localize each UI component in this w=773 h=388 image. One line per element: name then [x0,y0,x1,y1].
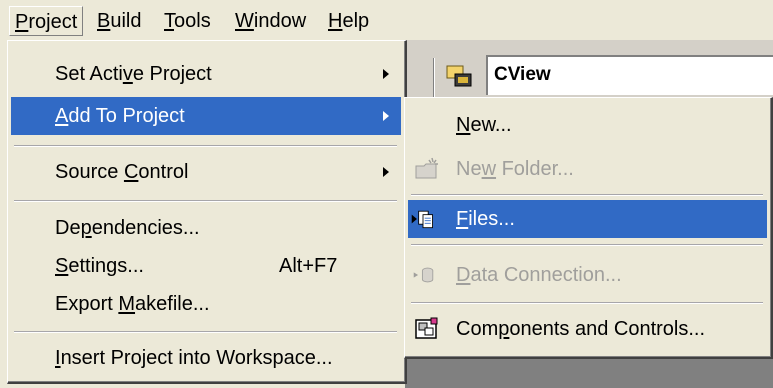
project-config-icon [446,65,472,87]
submenu-arrow-icon [383,111,389,121]
menu-item-add-to-project[interactable]: Add To Project [11,97,401,135]
menu-help[interactable]: Help [323,6,374,36]
menu-separator [411,244,763,246]
menu-item-label: Data Connection... [456,264,622,286]
menu-item-label: New Folder... [456,158,574,180]
add-to-project-submenu: New... New Folder... Files... Data Conne… [404,97,773,359]
menu-item-label: Insert Project into Workspace... [55,347,333,369]
menu-tools-label: ools [174,10,211,32]
project-menu: Set Active Project Add To Project Source… [7,40,407,384]
menu-item-components-and-controls[interactable]: Components and Controls... [408,310,767,348]
submenu-arrow-icon [383,69,389,79]
menu-item-dependencies[interactable]: Dependencies... [11,209,401,247]
menu-build-label: uild [110,10,142,32]
menu-separator [411,194,763,196]
menu-item-label: Dependencies... [55,217,200,239]
menu-separator [14,331,397,333]
menu-item-label: Set Active Project [55,63,212,85]
menu-item-new-folder: New Folder... [408,150,767,188]
menu-item-label: Files... [456,208,515,230]
menu-window[interactable]: Window [230,6,311,36]
menu-separator [14,200,397,202]
menu-item-settings[interactable]: Settings... Alt+F7 [11,247,401,285]
menu-item-set-active-project[interactable]: Set Active Project [11,55,401,93]
data-connection-icon [413,267,434,283]
menu-item-label: Components and Controls... [456,318,706,340]
components-icon [415,317,438,339]
menu-item-label: Source Control [55,161,189,183]
menu-item-label: Add To Project [55,105,185,127]
menu-item-new[interactable]: New... [408,106,767,144]
toolbar-separator [433,58,435,102]
active-config-combo[interactable]: CView [486,55,773,95]
menu-bar: Project Build Tools Window Help [0,0,773,40]
menu-item-files[interactable]: Files... [408,200,767,238]
menu-item-data-connection: Data Connection... [408,256,767,294]
menu-item-insert-project[interactable]: Insert Project into Workspace... [11,339,401,377]
menu-tools[interactable]: Tools [159,6,216,36]
menu-help-label: elp [342,10,370,32]
shortcut-label: Alt+F7 [279,255,338,277]
menu-separator [411,302,763,304]
submenu-arrow-icon [383,167,389,177]
menu-window-label: indow [253,10,307,32]
menu-item-source-control[interactable]: Source Control [11,153,401,191]
menu-build[interactable]: Build [92,6,146,36]
menu-project-label: roject [28,11,78,33]
menu-separator [14,145,397,147]
menu-item-label: Settings... [55,255,144,277]
menu-item-label: Export Makefile... [55,293,210,315]
menu-item-label: New... [456,114,512,136]
new-folder-icon [415,157,438,179]
menu-project[interactable]: Project [9,6,84,36]
add-files-icon [411,210,433,229]
menu-item-export-makefile[interactable]: Export Makefile... [11,285,401,323]
